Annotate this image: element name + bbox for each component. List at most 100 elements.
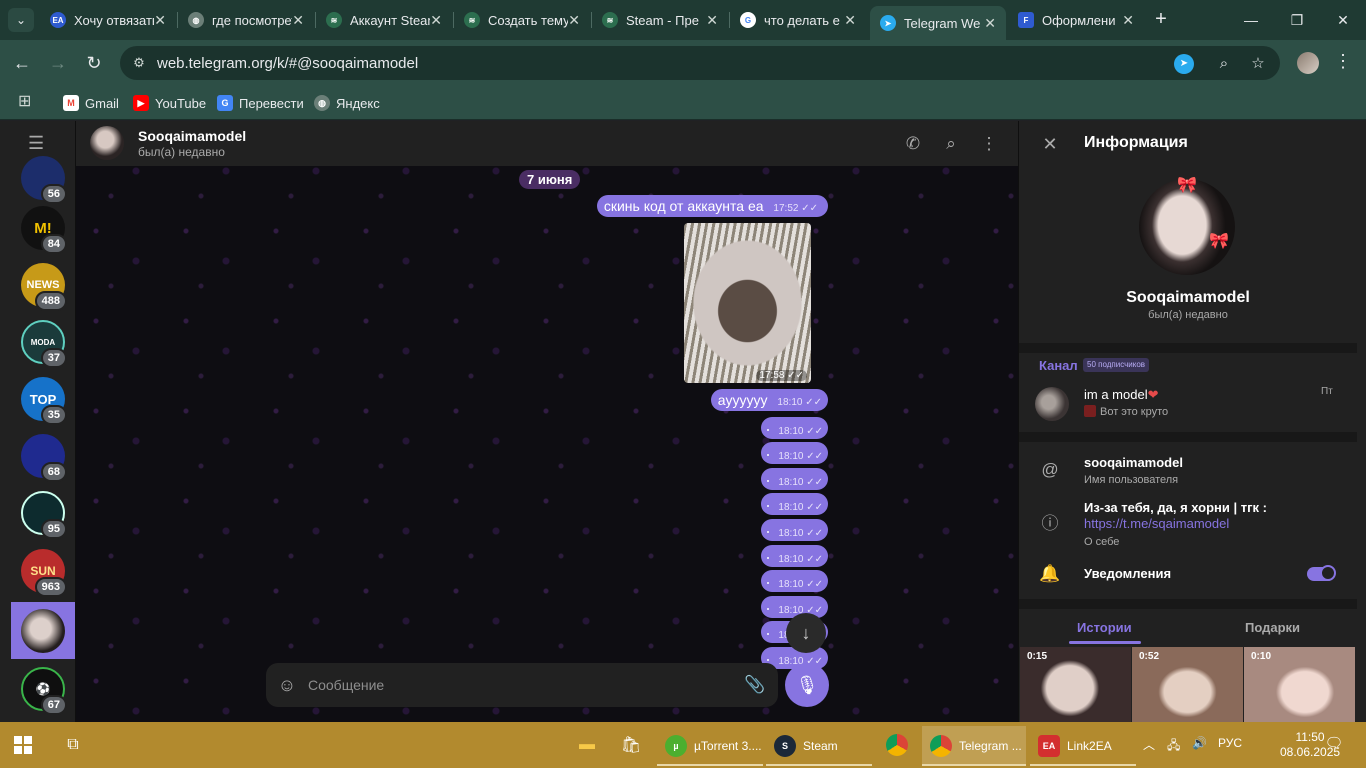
new-tab-button[interactable]: + [1150,8,1172,32]
close-info-button[interactable]: ✕ [1039,133,1061,155]
message-bubble[interactable]: 18:10 ✓✓ [761,545,828,567]
close-icon[interactable]: ✕ [568,12,580,29]
chat-item[interactable]: 95 [21,491,67,539]
bookmark-yandex[interactable]: ◍ Яндекс [314,92,380,114]
double-check-icon: ✓✓ [806,477,823,488]
story-thumbnail[interactable]: 0:52 [1132,647,1243,722]
message-bubble[interactable]: ayyyyyy 18:10 ✓✓ [710,389,828,411]
steam-stack-icon: ≋ [602,12,618,28]
restore-button[interactable]: ❐ [1274,0,1320,40]
site-info-icon[interactable]: ⚙ [130,54,148,72]
taskbar-utorrent[interactable]: µ µTorrent 3.... [657,726,763,766]
windows-start-icon[interactable] [14,736,32,754]
reload-button[interactable]: ↻ [82,51,106,75]
message-time: 18:10 ✓✓ [778,528,823,539]
bookmark-star-icon[interactable]: ☆ [1248,54,1268,74]
chat-item[interactable]: ⚽ 67 [21,667,67,715]
attach-button[interactable]: 📎 [744,674,766,696]
close-window-button[interactable]: ✕ [1320,0,1366,40]
close-icon[interactable]: ✕ [844,12,856,29]
close-icon[interactable]: ✕ [430,12,442,29]
bookmark-youtube[interactable]: ▶ YouTube [133,92,206,114]
browser-tab[interactable]: F Оформлени ✕ [1008,6,1144,34]
notifications-toggle[interactable] [1307,565,1336,581]
store-icon[interactable]: 🛍 [618,732,644,758]
close-icon[interactable]: ✕ [706,12,718,29]
more-button[interactable]: ⋮ [978,133,1000,155]
network-icon[interactable]: 🖧 [1167,736,1180,757]
tab-search-button[interactable]: ⌄ [8,8,34,32]
chat-avatar[interactable] [90,126,124,160]
taskbar-link2ea[interactable]: EA Link2EA [1030,726,1136,766]
story-thumbnail[interactable]: 0:10 [1244,647,1355,722]
message-bubble[interactable]: 18:10 ✓✓ [761,519,828,541]
menu-icon[interactable]: ☰ [28,134,50,152]
chat-title[interactable]: Sooqaimamodel [138,128,246,144]
close-icon[interactable]: ✕ [292,12,304,29]
chat-item[interactable]: 68 [21,434,67,482]
browser-tab[interactable]: ≋ Создать тему ✕ [454,6,590,34]
message-bubble[interactable]: 18:10 ✓✓ [761,570,828,592]
notification-center-icon[interactable]: 🗨 [1324,734,1344,754]
personal-channel-row[interactable]: im a model❤ [1084,387,1158,403]
selected-chat-highlight[interactable] [11,602,75,659]
close-icon[interactable]: ✕ [984,15,996,32]
message-bubble[interactable]: скинь код от аккаунта еа 17:52 ✓✓ [596,195,828,217]
address-bar[interactable]: ⚙ web.telegram.org/k/#@sooqaimamodel ➤ ⌕… [120,46,1280,80]
taskbar-telegram-chrome[interactable]: Telegram ... [922,726,1026,766]
minimize-button[interactable]: — [1228,0,1274,40]
back-button[interactable]: ← [10,51,34,75]
browser-tab[interactable]: ≋ Steam - Пре ✕ [592,6,728,34]
message-bubble[interactable]: 18:10 ✓✓ [761,442,828,464]
chat-header[interactable]: Sooqaimamodel был(а) недавно ✆ ⌕ ⋮ [76,121,1018,166]
volume-icon[interactable]: 🔊 [1192,736,1207,750]
google-icon: G [740,12,756,28]
profile-avatar[interactable] [1297,52,1319,74]
zoom-icon[interactable]: ⌕ [1214,54,1234,74]
browser-tab[interactable]: ◍ где посмотреть ✕ [178,6,314,34]
browser-tab[interactable]: EA Хочу отвязать ✕ [40,6,176,34]
bio-link[interactable]: https://t.me/sqaimamodel [1084,516,1229,531]
profile-avatar[interactable]: 🎀 🎀 [1139,177,1235,275]
message-input[interactable] [308,675,728,695]
browser-tab-active[interactable]: ➤ Telegram We ✕ [870,6,1006,40]
call-button[interactable]: ✆ [902,133,924,155]
chrome-icon[interactable] [884,732,910,758]
tab-stories[interactable]: Истории [1077,620,1132,635]
emoji-button[interactable]: ☺ [276,674,298,696]
chat-item[interactable]: SUN 963 [21,549,67,597]
browser-tab[interactable]: G что делать е ✕ [730,6,866,34]
username-value[interactable]: sooqaimamodel [1084,455,1183,470]
url-text[interactable]: web.telegram.org/k/#@sooqaimamodel [157,55,418,72]
bookmark-gmail[interactable]: M Gmail [63,92,119,114]
forward-button[interactable]: → [46,51,70,75]
chat-item[interactable]: M! 84 [21,206,67,254]
message-bubble[interactable]: 18:10 ✓✓ [761,493,828,515]
scroll-to-bottom-button[interactable]: ↓ [786,613,826,653]
taskbar-steam[interactable]: S Steam [766,726,872,766]
close-icon[interactable]: ✕ [154,12,166,29]
tray-chevron-icon[interactable]: ︿ [1143,736,1155,753]
file-explorer-icon[interactable]: ▬ [574,732,600,758]
language-indicator[interactable]: РУС [1218,736,1242,750]
telegram-icon[interactable]: ➤ [1174,54,1194,74]
browser-menu-icon[interactable]: ⋮ [1334,51,1352,72]
voice-record-button[interactable]: 🎙 [785,663,829,707]
browser-tab[interactable]: ≋ Аккаунт Steam ✕ [316,6,452,34]
message-bubble[interactable]: 18:10 ✓✓ [761,417,828,439]
chat-item[interactable]: TOP 35 [21,377,67,425]
message-photo[interactable]: 17:58 ✓✓ [684,223,811,383]
message-bubble[interactable]: 18:10 ✓✓ [761,596,828,618]
task-view-icon[interactable]: ⧉ [60,732,86,758]
chat-item[interactable]: NEWS 488 [21,263,67,311]
apps-grid-icon[interactable]: ⊞ [18,94,34,110]
message-bubble[interactable]: 18:10 ✓✓ [761,468,828,490]
close-icon[interactable]: ✕ [1122,12,1134,29]
chat-item[interactable]: 56 [21,156,67,204]
search-button[interactable]: ⌕ [940,133,962,155]
bookmark-translate[interactable]: G Перевести [217,92,304,114]
tab-gifts[interactable]: Подарки [1245,620,1300,635]
story-thumbnail[interactable]: 0:15 [1020,647,1131,722]
chat-item[interactable]: MODA 37 [21,320,67,368]
channel-avatar[interactable] [1035,387,1069,421]
